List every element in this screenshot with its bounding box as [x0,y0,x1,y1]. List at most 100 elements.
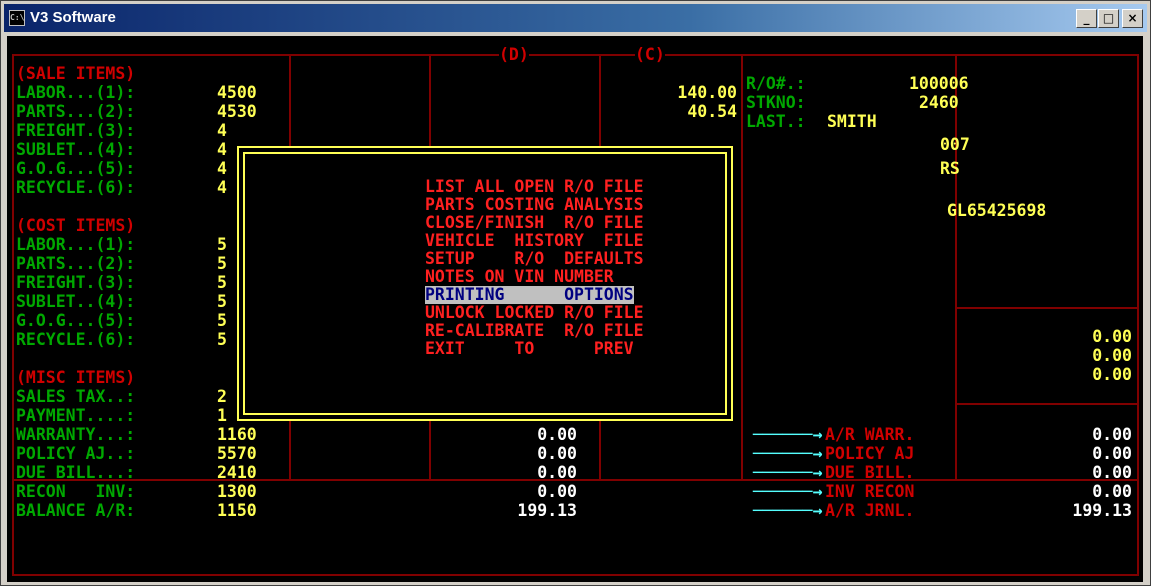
menu-item[interactable]: VEHICLE HISTORY FILE [425,232,644,250]
arrow-right-icon: ──────→ [753,482,823,501]
journal-value: 0.00 [1092,425,1132,444]
row-value: 5 [217,311,227,330]
row-value: 4530 [217,102,257,121]
cost-items-header: (COST ITEMS) [16,216,136,235]
row-value: 5 [217,273,227,292]
arrow-right-icon: ──────→ [753,425,823,444]
journal-label: DUE BILL. [825,463,915,482]
row-value: 4 [217,121,227,140]
journal-label: A/R JRNL. [825,501,915,520]
row-label: RECYCLE.(6): [16,178,136,197]
row-value: 4500 [217,83,257,102]
arrow-right-icon: ──────→ [753,501,823,520]
frame-right-edge [1137,54,1139,576]
journal-value: 199.13 [1072,501,1132,520]
frame-right-divider [955,403,1139,405]
arrow-right-icon: ──────→ [753,444,823,463]
row-value: 5 [217,254,227,273]
ro-number-label: R/O#.: [746,74,806,93]
row-label: RECON INV: [16,482,136,501]
row-label: PARTS...(2): [16,254,136,273]
row-label: SUBLET..(4): [16,140,136,159]
journal-value: 0.00 [1092,482,1132,501]
maximize-button[interactable]: □ [1098,9,1119,28]
vin-value: GL65425698 [947,201,1047,220]
total-value: 0.00 [1092,365,1132,384]
frame-right-divider [955,307,1139,309]
amount-value: 0.00 [537,482,577,501]
row-label: FREIGHT.(3): [16,273,136,292]
total-value: 0.00 [1092,346,1132,365]
close-button[interactable]: × [1122,9,1143,28]
row-value: 1160 [217,425,257,444]
last-name-value: SMITH [827,112,877,131]
row-label: SUBLET..(4): [16,292,136,311]
minimize-button[interactable]: _ [1076,9,1097,28]
menu-item[interactable]: LIST ALL OPEN R/O FILE [425,178,644,196]
journal-label: A/R WARR. [825,425,915,444]
col-c-value: 40.54 [687,102,737,121]
row-label: PAYMENT....: [16,406,136,425]
row-label: FREIGHT.(3): [16,121,136,140]
amount-value: 0.00 [537,444,577,463]
row-value: 4 [217,140,227,159]
row-label: LABOR...(1): [16,235,136,254]
amount-value: 0.00 [537,425,577,444]
row-value: 1 [217,406,227,425]
menu-item[interactable]: NOTES ON VIN NUMBER [425,268,614,286]
ro-info-partial: 007 [940,135,970,154]
row-label: POLICY AJ..: [16,444,136,463]
amount-value: 0.00 [537,463,577,482]
row-value: 2410 [217,463,257,482]
row-label: DUE BILL...: [16,463,136,482]
journal-label: INV RECON [825,482,915,501]
row-value: 5570 [217,444,257,463]
last-name-label: LAST.: [746,112,806,131]
journal-value: 0.00 [1092,444,1132,463]
row-value: 4 [217,159,227,178]
menu-item[interactable]: UNLOCK LOCKED R/O FILE [425,304,644,322]
row-label: PARTS...(2): [16,102,136,121]
menu-item[interactable]: EXIT TO PREV [425,340,634,358]
stock-number-value: 2460 [919,93,959,112]
menu-item[interactable]: PARTS COSTING ANALYSIS [425,196,644,214]
app-window: C:\ V3 Software _ □ × (D) (C) (SALE ITEM… [0,0,1151,586]
menu-item[interactable]: RE-CALIBRATE R/O FILE [425,322,644,340]
sale-items-header: (SALE ITEMS) [16,64,136,83]
row-label: WARRANTY...: [16,425,136,444]
row-label: SALES TAX..: [16,387,136,406]
frame-left-edge [12,54,14,576]
window-title: V3 Software [30,9,116,26]
total-value: 0.00 [1092,327,1132,346]
row-label: BALANCE A/R: [16,501,136,520]
menu-item[interactable]: SETUP R/O DEFAULTS [425,250,644,268]
frame-footer-line [12,574,1139,576]
main-menu-popup: LIST ALL OPEN R/O FILE PARTS COSTING ANA… [237,146,733,421]
menu-item[interactable]: CLOSE/FINISH R/O FILE [425,214,644,232]
title-bar[interactable]: C:\ V3 Software _ □ × [4,4,1147,32]
console-icon[interactable]: C:\ [9,10,25,26]
journal-value: 0.00 [1092,463,1132,482]
row-value: 4 [217,178,227,197]
column-header-c: (C) [635,45,665,64]
row-label: LABOR...(1): [16,83,136,102]
stock-number-label: STKNO: [746,93,806,112]
row-value: 5 [217,235,227,254]
row-value: 1300 [217,482,257,501]
amount-value: 199.13 [517,501,577,520]
col-c-value: 140.00 [677,83,737,102]
row-label: G.O.G...(5): [16,159,136,178]
column-header-d: (D) [499,45,529,64]
arrow-right-icon: ──────→ [753,463,823,482]
row-label: G.O.G...(5): [16,311,136,330]
row-value: 2 [217,387,227,406]
journal-label: POLICY AJ [825,444,915,463]
row-value: 5 [217,292,227,311]
misc-items-header: (MISC ITEMS) [16,368,136,387]
frame-top-line [12,54,1139,56]
menu-item-selected[interactable]: PRINTING OPTIONS [425,286,634,304]
console-screen[interactable]: (D) (C) (SALE ITEMS) (COST ITEMS) (MISC … [7,36,1143,582]
frame-col-divider [955,54,957,480]
row-label: RECYCLE.(6): [16,330,136,349]
ro-number-value: 100006 [909,74,969,93]
